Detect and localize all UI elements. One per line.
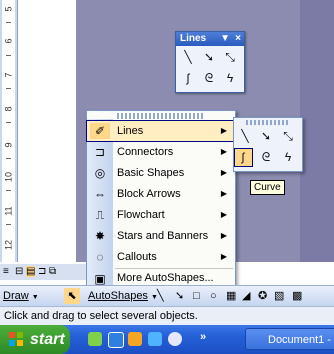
- double-arrow-icon[interactable]: ⤡: [222, 49, 238, 65]
- quicklaunch-overflow[interactable]: »: [200, 331, 206, 343]
- web-layout-icon[interactable]: ⊟: [15, 266, 23, 277]
- basic-shapes-icon: ◎: [94, 166, 106, 180]
- drawing-toolbar: Draw ▼ ⬉ AutoShapes ▼ ╲ ➘ □ ○ ▦ ◢ ✪ ▧ ▩: [0, 285, 334, 306]
- curve-icon[interactable]: ʃ: [180, 70, 196, 86]
- diagram-icon[interactable]: ✪: [258, 288, 267, 304]
- toolbar-options-icon[interactable]: ▼: [220, 32, 230, 46]
- ruler-number: 7: [3, 72, 14, 78]
- submenu-arrow-icon: ▶: [220, 189, 227, 198]
- outlook-icon[interactable]: [148, 332, 162, 346]
- submenu-drag-handle[interactable]: [246, 120, 290, 125]
- picture-icon[interactable]: ▩: [292, 288, 302, 304]
- start-label: start: [30, 331, 65, 348]
- vertical-ruler: 5 6 7 8 9 10 11 12: [0, 0, 18, 262]
- windows-logo-icon: [9, 332, 23, 346]
- chevron-down-icon: ▼: [31, 294, 39, 301]
- ruler-number: 6: [3, 38, 14, 44]
- draw-menu-button[interactable]: Draw ▼: [3, 288, 39, 304]
- reading-layout-icon[interactable]: ⊐: [38, 266, 46, 277]
- scribble-icon[interactable]: ϟ: [280, 149, 296, 165]
- menu-item-basic-shapes[interactable]: ◎ Basic Shapes ▶: [87, 163, 235, 183]
- block-arrows-icon: ⇔: [94, 187, 106, 201]
- taskbar-document-label: Document1 - M: [268, 334, 334, 346]
- outline-view-icon[interactable]: ⧉: [49, 266, 56, 277]
- arrow-icon[interactable]: ➘: [258, 128, 274, 144]
- menu-item-connectors[interactable]: ⊐ Connectors ▶: [87, 142, 235, 162]
- ruler-number: 12: [3, 240, 14, 251]
- oval-icon[interactable]: ○: [210, 288, 217, 304]
- lines-toolbar-title: Lines: [180, 33, 207, 44]
- tooltip: Curve: [250, 180, 285, 195]
- status-text: Click and drag to select several objects…: [4, 310, 198, 322]
- submenu-arrow-icon: ▶: [220, 126, 227, 135]
- status-bar: Click and drag to select several objects…: [0, 306, 334, 325]
- normal-view-icon[interactable]: ≡: [3, 266, 9, 277]
- autoshapes-menu-button[interactable]: AutoShapes ▼: [88, 288, 158, 304]
- freeform-icon[interactable]: ᘓ: [258, 149, 274, 165]
- line-icon[interactable]: ╲: [237, 128, 253, 144]
- menu-item-block-arrows[interactable]: ⇔ Block Arrows ▶: [87, 184, 235, 204]
- menu-item-callouts[interactable]: ◌ Callouts ▶: [87, 247, 235, 267]
- submenu-arrow-icon: ▶: [220, 210, 227, 219]
- autoshapes-menu: ✐ Lines ▶ ⊐ Connectors ▶ ◎ Basic Shapes …: [86, 110, 236, 287]
- quicklaunch-icon[interactable]: [88, 332, 102, 346]
- print-layout-icon[interactable]: ▤: [26, 266, 36, 277]
- curve-icon: ʃ: [241, 150, 245, 164]
- ruler-number: 11: [3, 206, 14, 216]
- textbox-icon[interactable]: ▦: [226, 288, 236, 304]
- double-arrow-icon[interactable]: ⤡: [280, 128, 296, 144]
- stars-banners-icon: ✸: [94, 229, 106, 243]
- pointer-icon: ⬉: [67, 290, 77, 302]
- taskbar: start » Document1 - M: [0, 325, 334, 354]
- ruler-number: 9: [3, 142, 14, 148]
- arrow-icon[interactable]: ➘: [175, 288, 184, 304]
- line-icon[interactable]: ╲: [180, 49, 196, 65]
- rectangle-icon[interactable]: □: [193, 288, 200, 304]
- autoshapes-label: AutoShapes: [88, 290, 148, 302]
- callouts-icon: ◌: [96, 250, 104, 264]
- freeform-icon[interactable]: ᘓ: [201, 70, 217, 86]
- select-objects-button[interactable]: ⬉: [64, 288, 80, 304]
- ruler-number: 10: [3, 172, 14, 183]
- document-margin: [300, 0, 334, 262]
- draw-label: Draw: [3, 290, 29, 302]
- document-page[interactable]: [18, 0, 76, 262]
- browser-icon[interactable]: [108, 332, 124, 348]
- wordart-icon[interactable]: ◢: [242, 288, 250, 304]
- menu-drag-handle[interactable]: [117, 113, 205, 119]
- submenu-arrow-icon: ▶: [220, 231, 227, 240]
- lines-icon: ✐: [90, 123, 110, 139]
- view-buttons-bar: ≡ ⊟ ▤ ⊐ ⧉: [0, 264, 86, 280]
- ruler-number: 5: [3, 6, 14, 12]
- curve-button[interactable]: ʃ: [234, 148, 253, 167]
- menu-item-stars-banners[interactable]: ✸ Stars and Banners ▶: [87, 226, 235, 246]
- messenger-icon[interactable]: [168, 332, 182, 346]
- media-icon[interactable]: [128, 332, 142, 346]
- scribble-icon[interactable]: ϟ: [222, 70, 238, 86]
- close-icon[interactable]: ×: [235, 32, 241, 46]
- taskbar-document-button[interactable]: Document1 - M: [245, 328, 334, 350]
- clipart-icon[interactable]: ▧: [274, 288, 284, 304]
- menu-item-lines[interactable]: ✐ Lines ▶: [86, 120, 236, 142]
- submenu-arrow-icon: ▶: [220, 168, 227, 177]
- submenu-arrow-icon: ▶: [220, 147, 227, 156]
- flowchart-icon: ⎍: [95, 208, 105, 222]
- ruler-number: 8: [3, 106, 14, 112]
- lines-toolbar-titlebar[interactable]: Lines ▼ ×: [176, 32, 244, 46]
- lines-floating-toolbar[interactable]: Lines ▼ × ╲ ➘ ⤡ ʃ ᘓ ϟ: [175, 31, 245, 93]
- arrow-icon[interactable]: ➘: [201, 49, 217, 65]
- line-icon[interactable]: ╲: [157, 288, 164, 304]
- menu-item-flowchart[interactable]: ⎍ Flowchart ▶: [87, 205, 235, 225]
- submenu-arrow-icon: ▶: [220, 252, 227, 261]
- connectors-icon: ⊐: [94, 145, 106, 159]
